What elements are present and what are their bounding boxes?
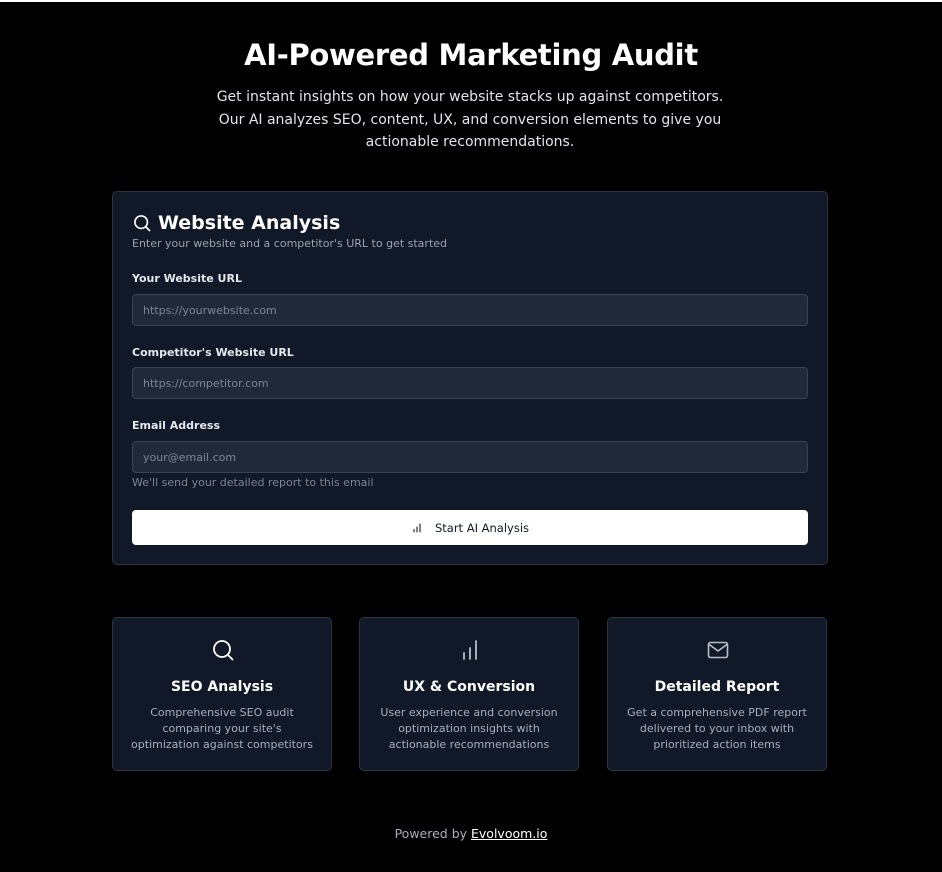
- feature-title: Detailed Report: [654, 679, 780, 695]
- website-url-input[interactable]: [132, 294, 808, 326]
- website-url-label: Your Website URL: [132, 272, 242, 285]
- email-input[interactable]: [132, 441, 808, 473]
- feature-description: User experience and conversion optimizat…: [380, 706, 558, 751]
- evolvoom-link[interactable]: Evolvoom.io: [471, 826, 547, 841]
- email-helper-text: We'll send your detailed report to this …: [132, 476, 374, 489]
- feature-card-ux: UX & Conversion User experience and conv…: [359, 617, 579, 771]
- website-analysis-card: Website Analysis Enter your website and …: [112, 191, 828, 565]
- start-analysis-button[interactable]: Start AI Analysis: [132, 510, 808, 545]
- search-icon: [213, 640, 234, 661]
- feature-card-seo: SEO Analysis Comprehensive SEO audit com…: [112, 617, 332, 771]
- feature-title: UX & Conversion: [402, 679, 536, 695]
- mail-icon: [707, 641, 729, 659]
- card-description: Enter your website and a competitor's UR…: [132, 237, 448, 250]
- page-subtitle: Get instant insights on how your website…: [216, 89, 724, 150]
- footer-prefix: Powered by: [394, 826, 468, 841]
- competitor-url-label: Competitor's Website URL: [132, 346, 294, 359]
- card-title: Website Analysis: [158, 212, 341, 234]
- feature-card-report: Detailed Report Get a comprehensive PDF …: [607, 617, 827, 771]
- bar-chart-icon: [463, 640, 477, 660]
- top-border: [0, 0, 942, 2]
- feature-title: SEO Analysis: [170, 679, 274, 695]
- feature-description: Get a comprehensive PDF report delivered…: [627, 706, 807, 751]
- search-icon: [134, 215, 151, 232]
- page-title: AI-Powered Marketing Audit: [244, 38, 698, 72]
- card-header: Website Analysis: [132, 212, 340, 234]
- footer: Powered by Evolvoom.io: [0, 826, 942, 841]
- bar-chart-icon: [413, 522, 421, 533]
- email-label: Email Address: [132, 419, 221, 432]
- competitor-url-input[interactable]: [132, 367, 808, 399]
- start-analysis-label: Start AI Analysis: [434, 520, 530, 535]
- feature-description: Comprehensive SEO audit comparing your s…: [131, 706, 313, 751]
